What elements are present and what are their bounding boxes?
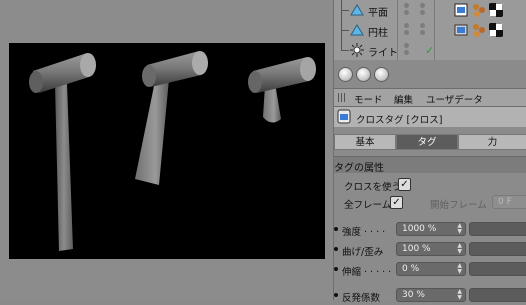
strength-field[interactable]: 1000 % ▲ ▼ [396,222,466,236]
menu-edit[interactable]: 編集 [394,92,413,106]
start-frame-field: 0 F [492,195,526,209]
spinner-arrows-icon[interactable]: ▲ ▼ [457,289,462,301]
strength-row: 強度 . . . . 1000 % ▲ ▼ [334,221,526,239]
visibility-dots[interactable] [402,43,412,57]
tab-tag[interactable]: タグ [396,134,458,150]
stretch-value: 0 % [402,264,420,274]
bend-slider[interactable] [469,242,526,256]
all-frames-checkbox[interactable]: ✓ [390,196,403,209]
enabled-check-icon[interactable]: ✓ [425,44,434,57]
bend-value: 100 % [402,244,431,254]
strength-label: 強度 [342,227,362,238]
enable-dots[interactable] [418,3,428,17]
tree-line [341,10,349,11]
plane-icon [350,4,364,16]
3d-viewport[interactable] [9,43,325,259]
tree-line [341,30,349,31]
cloth-object-1 [29,53,96,251]
menu-mode[interactable]: モード [354,92,383,106]
strength-value: 1000 % [402,224,437,234]
tree-line [341,50,349,51]
viewport-frame [0,0,333,300]
material-tag-icon[interactable] [472,3,486,17]
visibility-dots[interactable] [402,23,412,37]
tab-basic[interactable]: 基本 [334,134,396,150]
spinner-arrows-icon[interactable]: ▲ ▼ [457,243,462,255]
rebound-row: 反発係数 30 % ▲ ▼ [334,287,526,305]
tab-forces[interactable]: 力 [458,134,526,150]
window-button-icon[interactable] [356,67,371,82]
collider-tag-icon[interactable] [454,23,468,37]
section-header: タグの属性 [334,156,526,174]
render-scene [29,51,316,251]
stretch-field[interactable]: 0 % ▲ ▼ [396,262,466,276]
object-manager: 平面 円柱 ライト ✓ [334,0,526,60]
object-name: ライト [368,48,398,59]
light-icon [350,43,364,57]
spinner-arrows-icon[interactable]: ▲ ▼ [457,223,462,235]
cloth-tag-icon [337,109,351,124]
object-row-plane[interactable]: 平面 [334,0,526,20]
stretch-slider[interactable] [469,262,526,276]
tag-header: クロスタグ [クロス] [334,107,526,127]
strength-dots: . . . . [364,224,386,235]
all-frames-row: 全フレーム ✓ 開始フレーム 0 F [334,194,526,212]
window-button-icon[interactable] [338,67,353,82]
menu-user-data[interactable]: ユーザデータ [426,92,483,106]
tag-title: クロスタグ [クロス] [356,115,443,126]
grip-icon[interactable] [338,93,346,102]
use-cloth-row: クロスを使う ✓ [334,176,526,194]
bullet-icon [334,247,338,251]
section-title: タグの属性 [334,163,384,174]
object-name: 平面 [368,8,388,19]
cloth-object-2 [135,51,208,185]
bend-label: 曲げ/歪み [342,247,384,258]
window-button-icon[interactable] [374,67,389,82]
strength-slider[interactable] [469,222,526,236]
stretch-dots: . . . . . [364,264,392,275]
tree-line [341,40,342,50]
rebound-label: 反発係数 [342,293,381,304]
bullet-icon [334,227,338,231]
object-name: 円柱 [368,28,388,39]
cylinder-icon [350,24,364,36]
cloth-object-3 [248,57,316,123]
bullet-icon [334,293,338,297]
rebound-value: 30 % [402,290,425,300]
checker-texture-icon[interactable] [489,23,503,37]
bend-row: 曲げ/歪み 100 % ▲ ▼ [334,241,526,259]
bend-field[interactable]: 100 % ▲ ▼ [396,242,466,256]
material-tag-icon[interactable] [472,23,486,37]
right-panel: 平面 円柱 ライト ✓ モード 編集 ユーザデータ クロスタグ [クロス] 基本… [333,0,526,304]
all-frames-label: 全フレーム [344,200,392,211]
use-cloth-checkbox[interactable]: ✓ [398,178,411,191]
stretch-label: 伸縮 [342,267,362,278]
checker-texture-icon[interactable] [489,3,503,17]
start-frame-label: 開始フレーム [430,200,487,211]
stretch-row: 伸縮 . . . . . 0 % ▲ ▼ [334,261,526,279]
visibility-dots[interactable] [402,3,412,17]
bullet-icon [334,267,338,271]
cloth-tag-icon[interactable] [454,3,468,17]
attribute-tabs: 基本 タグ 力 [334,134,526,151]
attribute-menu-bar: モード 編集 ユーザデータ [334,88,526,107]
object-row-light[interactable]: ライト ✓ [334,40,526,60]
enable-dots[interactable] [418,23,428,37]
object-row-cylinder[interactable]: 円柱 [334,20,526,40]
spinner-arrows-icon[interactable]: ▲ ▼ [457,263,462,275]
attribute-manager: モード 編集 ユーザデータ クロスタグ [クロス] 基本 タグ 力 タグの属性 … [334,61,526,304]
use-cloth-label: クロスを使う [344,182,402,193]
